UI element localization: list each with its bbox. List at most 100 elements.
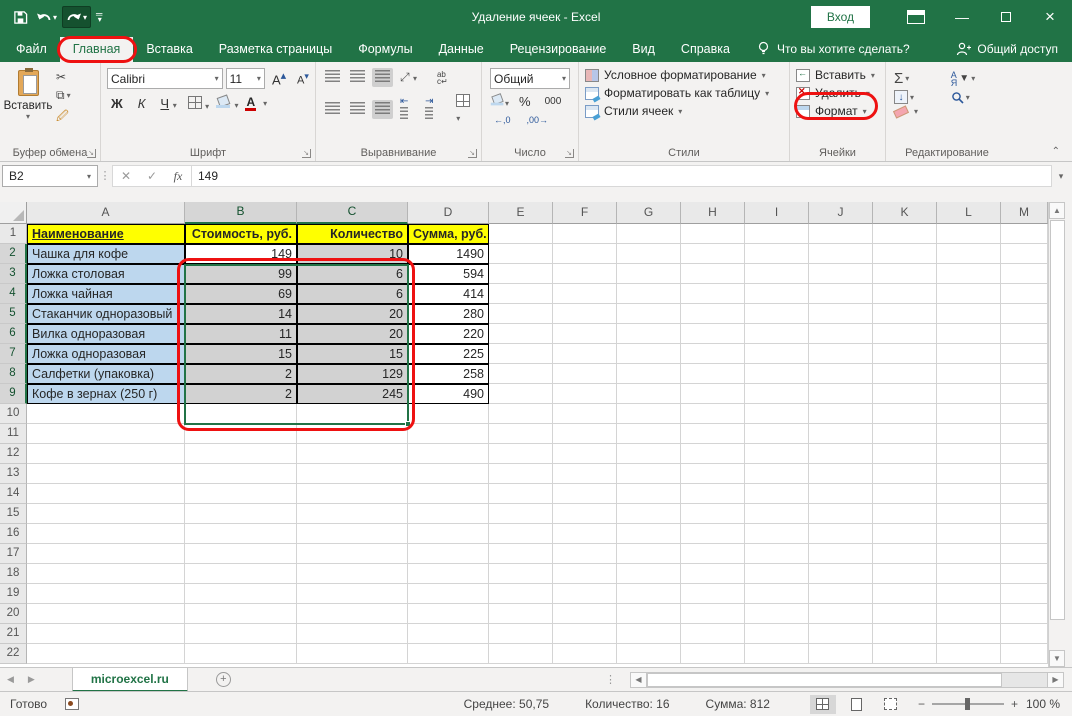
row-header-5[interactable]: 5 (0, 304, 27, 324)
cell-J9[interactable] (809, 384, 873, 404)
cell-B8[interactable]: 2 (185, 364, 297, 384)
cell-L13[interactable] (937, 464, 1001, 484)
cell-F7[interactable] (553, 344, 617, 364)
font-color-button[interactable]: А (245, 96, 256, 111)
cell-E18[interactable] (489, 564, 553, 584)
cell-B1[interactable]: Стоимость, руб. (185, 224, 297, 244)
cell-B9[interactable]: 2 (185, 384, 297, 404)
insert-cells-button[interactable]: Вставить▾ (792, 66, 883, 84)
cell-A13[interactable] (27, 464, 185, 484)
cell-G2[interactable] (617, 244, 681, 264)
column-header-E[interactable]: E (489, 202, 553, 224)
autosum-button[interactable]: Σ▾ (894, 70, 943, 87)
cell-K8[interactable] (873, 364, 937, 384)
column-header-B[interactable]: B (185, 202, 297, 224)
cell-H17[interactable] (681, 544, 745, 564)
cell-B6[interactable]: 11 (185, 324, 297, 344)
cell-G9[interactable] (617, 384, 681, 404)
column-header-F[interactable]: F (553, 202, 617, 224)
format-painter-button[interactable]: 🖉 (56, 107, 71, 128)
cell-B16[interactable] (185, 524, 297, 544)
cell-L5[interactable] (937, 304, 1001, 324)
cell-E8[interactable] (489, 364, 553, 384)
formula-bar-expand-icon[interactable]: ▾ (1052, 165, 1070, 182)
cell-J22[interactable] (809, 644, 873, 664)
cell-C12[interactable] (297, 444, 408, 464)
fill-color-button[interactable]: ▾ (216, 96, 238, 111)
row-header-3[interactable]: 3 (0, 264, 27, 284)
cell-K19[interactable] (873, 584, 937, 604)
row-header-20[interactable]: 20 (0, 604, 27, 624)
cell-C6[interactable]: 20 (297, 324, 408, 344)
cell-H1[interactable] (681, 224, 745, 244)
cell-I2[interactable] (745, 244, 809, 264)
cell-A19[interactable] (27, 584, 185, 604)
cell-D22[interactable] (408, 644, 489, 664)
cell-K2[interactable] (873, 244, 937, 264)
cell-M12[interactable] (1001, 444, 1048, 464)
cell-J19[interactable] (809, 584, 873, 604)
align-center-button[interactable] (347, 100, 368, 119)
column-header-K[interactable]: K (873, 202, 937, 224)
cell-H21[interactable] (681, 624, 745, 644)
cell-L3[interactable] (937, 264, 1001, 284)
formula-bar-splitter[interactable]: ⋮ (98, 165, 112, 182)
cell-D13[interactable] (408, 464, 489, 484)
minimize-button[interactable]: — (940, 0, 984, 34)
tell-me-box[interactable]: Что вы хотите сделать? (757, 41, 910, 62)
column-header-J[interactable]: J (809, 202, 873, 224)
save-icon[interactable] (10, 7, 31, 28)
macro-record-icon[interactable] (65, 698, 79, 710)
tab-data[interactable]: Данные (426, 37, 497, 62)
zoom-slider-thumb[interactable] (965, 698, 970, 710)
cell-L18[interactable] (937, 564, 1001, 584)
normal-view-button[interactable] (810, 695, 836, 714)
cell-M9[interactable] (1001, 384, 1048, 404)
cell-I9[interactable] (745, 384, 809, 404)
cell-I18[interactable] (745, 564, 809, 584)
cell-B18[interactable] (185, 564, 297, 584)
cell-H15[interactable] (681, 504, 745, 524)
cell-D4[interactable]: 414 (408, 284, 489, 304)
cell-C16[interactable] (297, 524, 408, 544)
sheet-nav-left-icon[interactable]: ◀ (0, 674, 21, 685)
collapse-ribbon-icon[interactable]: ⌃ (1052, 146, 1060, 157)
cell-I14[interactable] (745, 484, 809, 504)
cell-B13[interactable] (185, 464, 297, 484)
cell-D7[interactable]: 225 (408, 344, 489, 364)
cell-B15[interactable] (185, 504, 297, 524)
cell-E2[interactable] (489, 244, 553, 264)
cell-G8[interactable] (617, 364, 681, 384)
cell-A9[interactable]: Кофе в зернах (250 г) (27, 384, 185, 404)
cell-L2[interactable] (937, 244, 1001, 264)
cell-A16[interactable] (27, 524, 185, 544)
cell-F11[interactable] (553, 424, 617, 444)
cell-D12[interactable] (408, 444, 489, 464)
cell-A15[interactable] (27, 504, 185, 524)
cell-I16[interactable] (745, 524, 809, 544)
customize-qat-icon[interactable]: ═▾ (93, 9, 105, 25)
cell-A6[interactable]: Вилка одноразовая (27, 324, 185, 344)
cell-M13[interactable] (1001, 464, 1048, 484)
redo-button[interactable]: ▾ (62, 6, 91, 28)
cell-L1[interactable] (937, 224, 1001, 244)
cell-H16[interactable] (681, 524, 745, 544)
cell-K6[interactable] (873, 324, 937, 344)
vertical-scrollbar[interactable]: ▲ ▼ (1048, 202, 1065, 667)
row-header-19[interactable]: 19 (0, 584, 27, 604)
cell-F5[interactable] (553, 304, 617, 324)
tab-insert[interactable]: Вставка (133, 37, 205, 62)
cell-L15[interactable] (937, 504, 1001, 524)
column-header-M[interactable]: M (1001, 202, 1048, 224)
select-all-corner[interactable] (0, 202, 27, 224)
delete-cells-button[interactable]: Удалить▾ (792, 84, 883, 102)
increase-decimal-button[interactable]: ←,0 (490, 114, 515, 126)
cut-button[interactable]: ✂ (56, 70, 71, 84)
cell-C22[interactable] (297, 644, 408, 664)
cell-G1[interactable] (617, 224, 681, 244)
cell-L6[interactable] (937, 324, 1001, 344)
cell-I13[interactable] (745, 464, 809, 484)
cell-L17[interactable] (937, 544, 1001, 564)
cell-B22[interactable] (185, 644, 297, 664)
cell-F19[interactable] (553, 584, 617, 604)
